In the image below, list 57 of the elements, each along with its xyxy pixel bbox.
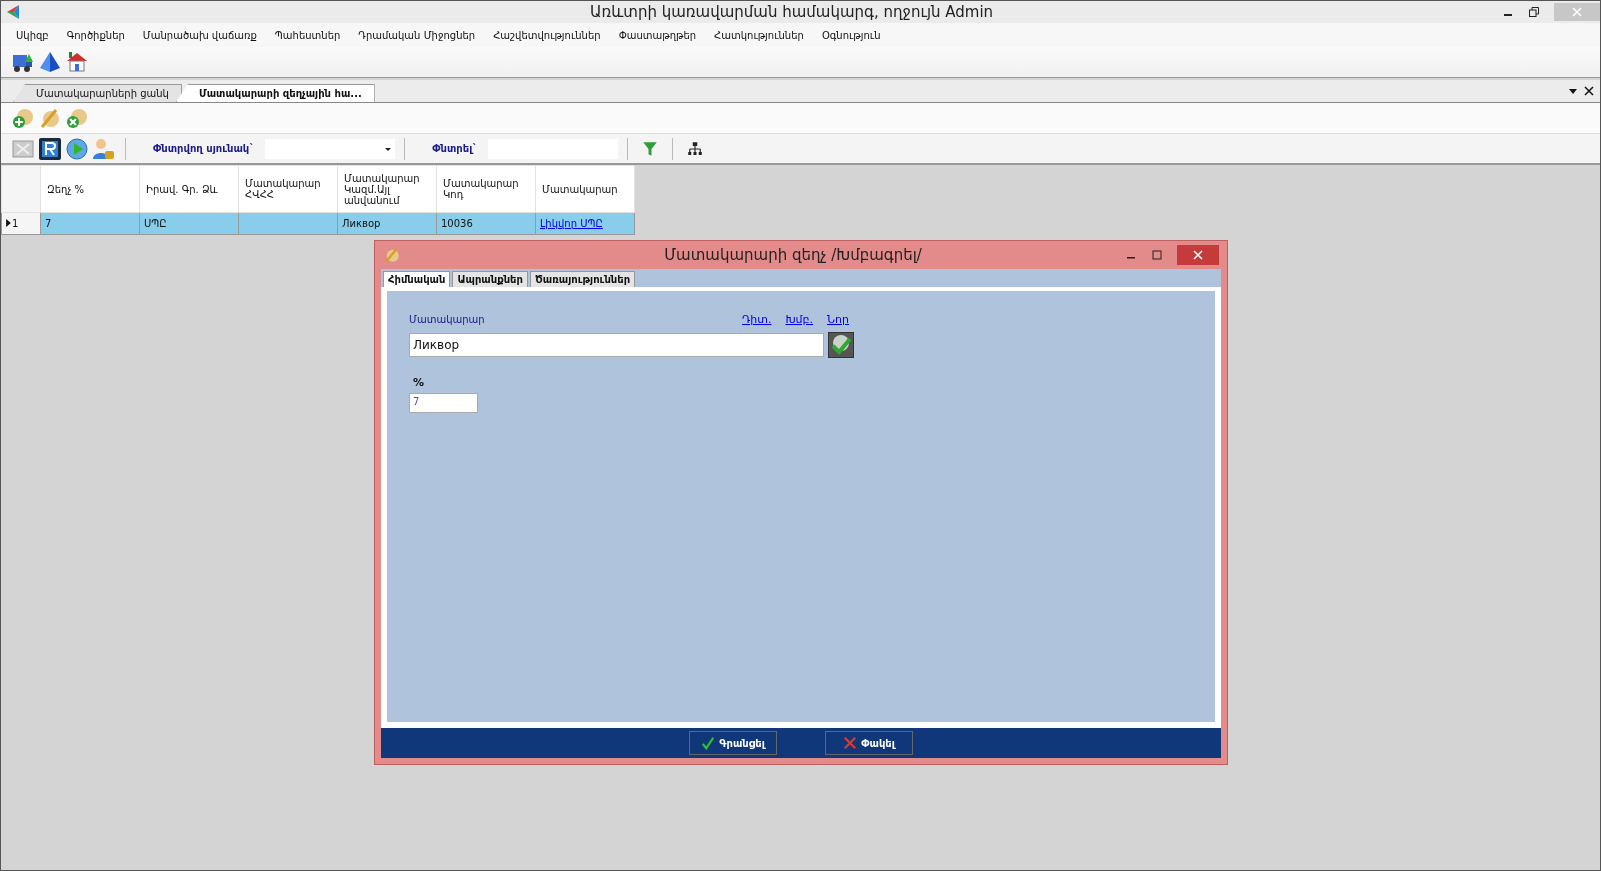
restore-icon[interactable] (1528, 6, 1540, 18)
menu-item[interactable]: Օգնություն (812, 29, 890, 41)
menu-item[interactable]: Հաշվետվություններ (484, 29, 610, 41)
search-column-label: Փնտրվող սյունակ` (152, 143, 256, 154)
filter-icon[interactable] (641, 139, 660, 158)
menu-item[interactable]: Մանրածախ վաճառք (133, 29, 266, 41)
user-lock-icon[interactable] (92, 136, 116, 161)
close-icon (1571, 6, 1583, 18)
play-icon[interactable] (65, 136, 89, 161)
document-tab[interactable]: Մատակարարի զեղչային հա... (175, 84, 375, 102)
dialog-tab[interactable]: Ապրանքներ (452, 271, 528, 287)
app-logo-icon (5, 4, 21, 20)
menu-item[interactable]: Սկիզբ (7, 29, 58, 41)
menu-item[interactable]: Պահեստներ (265, 29, 350, 41)
percent-label: % (413, 376, 425, 389)
pyramid-icon[interactable] (38, 50, 62, 74)
menu-item[interactable]: Գործիքներ (57, 29, 134, 41)
menu-item[interactable]: Դրամական Միջոցներ (349, 29, 485, 41)
add-icon[interactable] (11, 106, 35, 130)
delete-icon[interactable] (65, 106, 89, 130)
dialog-tab[interactable]: Հիմնական (383, 271, 451, 287)
close-icon[interactable] (1584, 86, 1594, 96)
window-title: Առևտրի կառավարման համակարգ, ողջույն Admin (588, 3, 995, 21)
column-header[interactable]: Մատակարար Կոդ (436, 165, 536, 213)
current-row-icon (6, 219, 11, 227)
checkmark-icon (701, 736, 716, 750)
close-button[interactable] (1177, 245, 1219, 265)
cross-icon (843, 736, 858, 750)
action-link[interactable]: Նոր (827, 313, 849, 326)
dialog-edit-icon (383, 246, 401, 264)
menu-item[interactable]: Հատկություններ (705, 29, 813, 41)
search-label: Փնտրել` (431, 143, 479, 154)
column-header[interactable]: Մատակարար ՀՎՀՀ (238, 165, 338, 213)
column-header[interactable]: Մատակարար Կազմ.Այլ անվանում (337, 165, 437, 213)
report-icon[interactable] (38, 136, 62, 161)
save-button[interactable]: Գրանցել (689, 731, 777, 755)
menu-item[interactable]: Փաստաթղթեր (609, 29, 706, 41)
close-icon (1192, 249, 1204, 261)
maximize-icon[interactable] (1151, 249, 1163, 261)
supplier-link[interactable]: Լիկվոր ՍՊԸ (540, 218, 603, 229)
document-tab[interactable]: Մատակարարների ցանկ (13, 84, 182, 102)
column-header[interactable]: Զեղչ % (40, 165, 140, 213)
close-dialog-button[interactable]: Փակել (825, 731, 913, 755)
house-icon[interactable] (65, 50, 89, 74)
action-link[interactable]: Դիտ. (741, 313, 772, 326)
hierarchy-icon[interactable] (686, 139, 705, 158)
supplier-label: Մատակարար (409, 314, 485, 325)
supplier-field[interactable]: Ликвор (409, 333, 824, 357)
dropdown-arrow-icon[interactable] (1568, 86, 1578, 96)
percent-field[interactable]: 7 (409, 393, 478, 413)
row-header[interactable]: 1 (1, 212, 41, 235)
dialog-tab[interactable]: Ծառայություններ (529, 271, 636, 287)
confirm-icon[interactable] (828, 332, 854, 358)
column-header[interactable]: Իրավ. Գր. Ձև (139, 165, 239, 213)
column-header[interactable]: Մատակարար (535, 165, 635, 213)
dialog-title: Մատակարարի զեղչ /Խմբագրել/ (663, 246, 923, 264)
action-link[interactable]: Խմբ. (785, 313, 814, 326)
